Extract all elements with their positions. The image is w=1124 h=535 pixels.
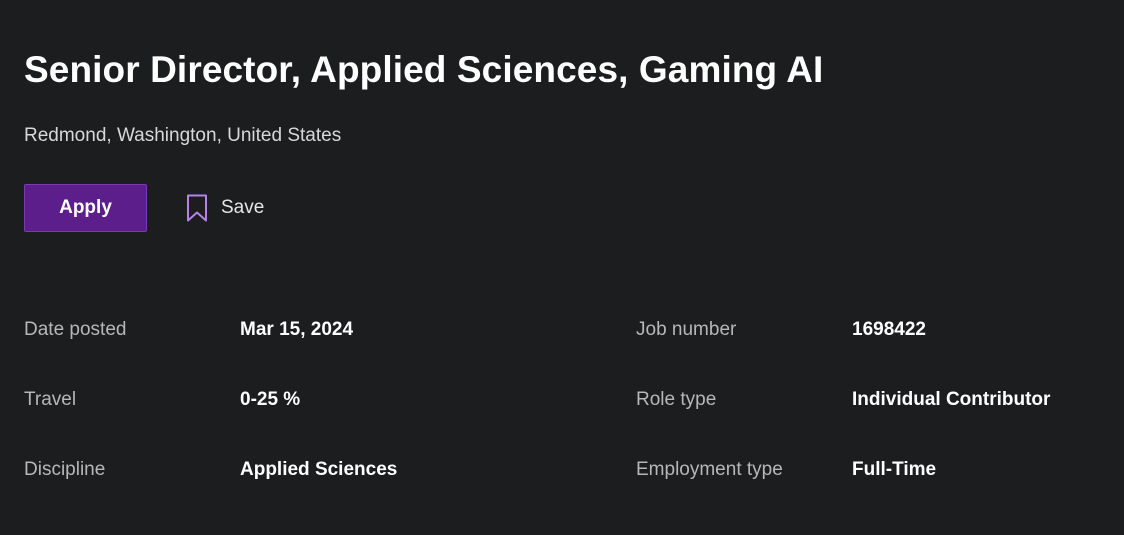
employment-type-value: Full-Time — [852, 459, 937, 480]
bookmark-icon — [183, 192, 211, 224]
date-posted-label: Date posted — [24, 319, 127, 340]
job-details: Date posted Mar 15, 2024 Job number 1698… — [24, 312, 1104, 522]
employment-type-label: Employment type — [636, 459, 783, 480]
job-title: Senior Director, Applied Sciences, Gamin… — [24, 49, 824, 90]
job-number-value: 1698422 — [852, 319, 926, 340]
discipline-value: Applied Sciences — [240, 459, 398, 480]
job-location: Redmond, Washington, United States — [24, 125, 342, 146]
travel-value: 0-25 % — [240, 389, 301, 410]
save-label: Save — [221, 197, 265, 218]
travel-label: Travel — [24, 389, 77, 410]
role-type-label: Role type — [636, 389, 717, 410]
job-number-label: Job number — [636, 319, 737, 340]
save-button[interactable]: Save — [183, 192, 264, 224]
detail-row: Travel 0-25 % Role type Individual Contr… — [24, 382, 1104, 452]
detail-row: Date posted Mar 15, 2024 Job number 1698… — [24, 312, 1104, 382]
role-type-value: Individual Contributor — [852, 389, 1051, 410]
discipline-label: Discipline — [24, 459, 106, 480]
job-actions: Apply Save — [24, 184, 264, 232]
date-posted-value: Mar 15, 2024 — [240, 319, 354, 340]
detail-row: Discipline Applied Sciences Employment t… — [24, 452, 1104, 522]
apply-button[interactable]: Apply — [24, 184, 147, 232]
